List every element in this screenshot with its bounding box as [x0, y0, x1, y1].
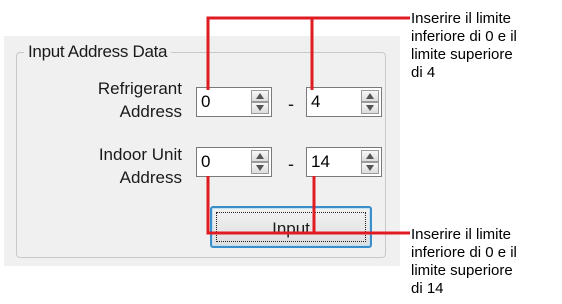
callout-bottom: Inserire il limite inferiore di 0 e il l… — [411, 226, 561, 298]
callout-bottom-line: di 14 — [411, 280, 444, 297]
callout-top-line: limite superiore — [411, 46, 513, 63]
callout-top: Inserire il limite inferiore di 0 e il l… — [411, 10, 561, 82]
callout-bottom-line: limite superiore — [411, 262, 513, 279]
callout-bottom-line: Inserire il limite — [411, 226, 512, 243]
callout-bottom-line: inferiore di 0 e il — [411, 244, 517, 261]
callout-line-top — [206, 16, 410, 90]
callout-top-line: Inserire il limite — [411, 10, 512, 27]
callout-top-line: di 4 — [411, 64, 436, 81]
callout-top-line: inferiore di 0 e il — [411, 28, 517, 45]
callout-line-bottom — [206, 176, 410, 235]
